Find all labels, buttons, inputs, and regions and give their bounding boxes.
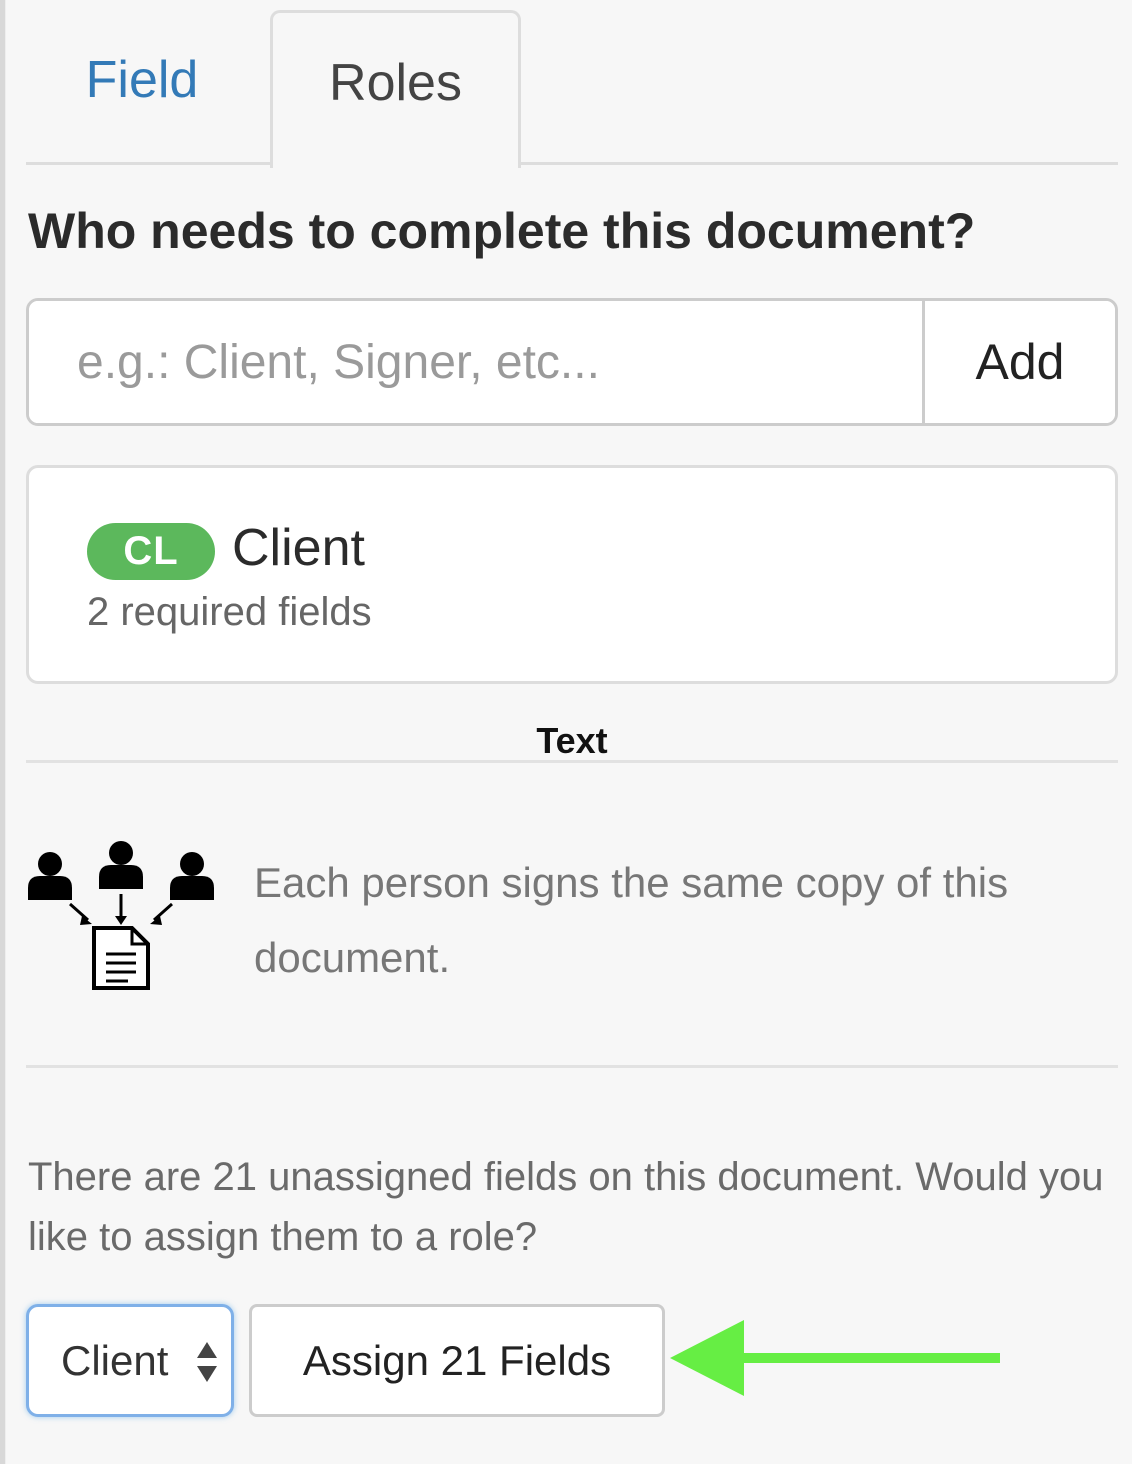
role-name: Client (232, 519, 365, 577)
tab-field[interactable]: Field (52, 10, 232, 165)
select-updown-icon (197, 1342, 217, 1382)
role-card-client[interactable]: CL Client 2 required fields (26, 465, 1118, 684)
tab-bar: Field Roles (26, 0, 1118, 168)
role-name-input[interactable] (29, 301, 922, 423)
divider (26, 760, 1118, 763)
divider (26, 1065, 1118, 1068)
people-to-document-icon (28, 841, 214, 990)
role-badge: CL (87, 523, 215, 580)
add-role-button[interactable]: Add (922, 301, 1115, 423)
tab-field-label: Field (85, 50, 199, 109)
annotation-arrow-icon (670, 1320, 1000, 1396)
tab-roles-label: Roles (329, 53, 462, 112)
unassigned-fields-message: There are 21 unassigned fields on this d… (28, 1155, 1104, 1259)
signing-mode-description: Each person signs the same copy of this … (254, 859, 1009, 981)
section-heading: Text (536, 720, 608, 761)
tab-roles[interactable]: Roles (270, 10, 521, 168)
roles-question-heading: Who needs to complete this document? (28, 203, 976, 259)
panel-left-border (0, 0, 6, 1464)
role-required-fields: 2 required fields (87, 590, 372, 634)
role-select[interactable]: Client (26, 1304, 234, 1417)
role-select-value: Client (61, 1337, 169, 1384)
add-role-input-group: Add (26, 298, 1118, 426)
assign-fields-button[interactable]: Assign 21 Fields (249, 1304, 665, 1417)
